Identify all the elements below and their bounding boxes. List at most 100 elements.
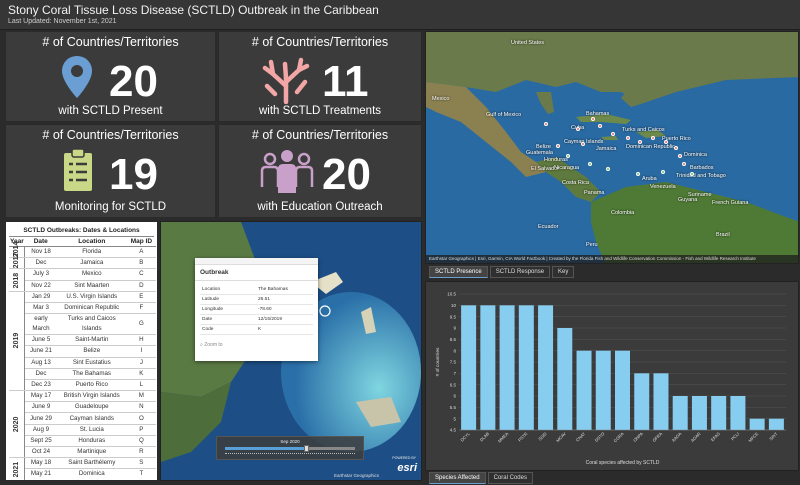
table-row: Oct 24 Martinique R — [9, 446, 156, 459]
slider-track[interactable] — [225, 445, 355, 452]
outbreak-marker[interactable] — [674, 146, 678, 150]
tile-footer: with SCTLD Present — [58, 105, 163, 117]
outbreak-marker[interactable] — [638, 140, 642, 144]
slider-date: Sep 2020 — [280, 439, 300, 444]
tile-value: 20 — [109, 57, 158, 106]
bar — [557, 328, 573, 430]
outbreak-table-panel: SCTLD Outbreaks: Dates & Locations Year … — [5, 221, 158, 481]
outbreak-marker[interactable] — [544, 122, 548, 126]
zoom-to-label: Zoom to — [204, 342, 223, 348]
table-row: early March Turks and Caicos Islands G — [9, 313, 156, 336]
outbreak-marker[interactable] — [626, 136, 630, 140]
popup-row: Longitude -78.60 — [200, 304, 313, 315]
map-label: Ecuador — [538, 224, 559, 230]
x-tick-label: DLAB — [479, 431, 490, 442]
map-label: Colombia — [611, 210, 635, 216]
popup-row: Location The Bahamas — [200, 285, 313, 295]
monitoring-marker[interactable] — [566, 154, 570, 158]
map-label: Turks and Caicos — [622, 127, 665, 133]
x-tick-label: MMEA — [497, 431, 510, 444]
location-cell: Sint Eustatius — [56, 357, 127, 369]
bar — [518, 305, 534, 430]
monitoring-marker[interactable] — [690, 172, 694, 176]
monitoring-marker[interactable] — [606, 167, 610, 171]
outbreak-marker[interactable] — [664, 140, 668, 144]
tab-coral-codes[interactable]: Coral Codes — [487, 472, 533, 484]
outbreak-marker[interactable] — [598, 124, 602, 128]
outbreak-marker[interactable] — [581, 142, 585, 146]
map-id-cell: A — [126, 246, 156, 259]
table-row: June 21 Belize I — [9, 345, 156, 358]
outbreak-marker[interactable] — [576, 127, 580, 131]
regional-map[interactable]: United States Mexico Gulf of Mexico Cuba… — [425, 31, 799, 264]
location-cell: U.S. Virgin Islands — [56, 291, 127, 303]
date-cell: Dec 23 — [24, 379, 57, 392]
field-value: -78.60 — [256, 304, 313, 315]
map-id-cell: K — [126, 368, 156, 380]
dashboard-title: Stony Coral Tissue Loss Disease (SCTLD) … — [8, 3, 379, 17]
outbreak-marker[interactable] — [611, 132, 615, 136]
map-id-cell: N — [126, 401, 156, 414]
date-cell: Sept 25 — [24, 435, 57, 448]
slider-handle[interactable] — [303, 445, 309, 452]
monitoring-marker[interactable] — [636, 172, 640, 176]
date-cell: June 29 — [24, 412, 57, 425]
monitoring-marker[interactable] — [661, 170, 665, 174]
outbreak-marker[interactable] — [556, 144, 560, 148]
x-tick-label: EFAS — [710, 431, 721, 442]
bar — [768, 418, 784, 430]
outbreak-marker[interactable] — [682, 162, 686, 166]
table-title: SCTLD Outbreaks: Dates & Locations — [9, 225, 154, 237]
tab-sctld-response[interactable]: SCTLD Response — [489, 266, 551, 278]
x-tick-label: PCLI — [730, 431, 740, 441]
table-row: 2018 July 3 Mexico C — [9, 268, 156, 292]
time-slider[interactable]: Sep 2020 — [216, 436, 364, 460]
map-id-cell: R — [126, 446, 156, 459]
field-value: 26.51 — [256, 294, 313, 305]
zoom-to-link[interactable]: ⌕ Zoom to — [195, 339, 318, 351]
tile-heading: # of Countries/Territories — [251, 128, 389, 142]
date-cell: Dec — [24, 257, 57, 270]
map-pin-icon — [62, 56, 92, 98]
location-cell: Mexico — [56, 268, 127, 281]
coral-icon — [262, 57, 310, 104]
y-tick-label: 9.5 — [450, 314, 457, 319]
y-axis-label: # of countries — [435, 347, 441, 376]
outbreak-marker[interactable] — [651, 136, 655, 140]
outbreak-marker[interactable] — [678, 154, 682, 158]
tile-sctld-present: # of Countries/Territories 20 with SCTLD… — [5, 31, 216, 122]
y-tick-label: 5.5 — [450, 405, 457, 410]
map-label: Panama — [584, 190, 605, 196]
chart-tabs: Species Affected Coral Codes — [429, 472, 533, 484]
y-tick-label: 6.5 — [450, 382, 457, 387]
table-row: June 29 Cayman Islands O — [9, 412, 156, 425]
satellite-map[interactable]: Outbreak Location The Bahamas Latitude 26.… — [160, 221, 422, 481]
table-row: Dec 23 Puerto Rico L — [9, 379, 156, 392]
outbreak-marker[interactable] — [591, 117, 595, 121]
field-value: 12/15/2019 — [256, 314, 313, 325]
table-row: Nov 22 Sint Maarten D — [9, 280, 156, 292]
map-id-cell: G — [126, 313, 156, 336]
map-id-cell: P — [126, 424, 156, 436]
tile-value: 11 — [322, 57, 369, 106]
map-id-cell: J — [126, 357, 156, 369]
bar — [672, 396, 688, 430]
tab-species-affected[interactable]: Species Affected — [429, 472, 486, 484]
date-cell: May 17 — [24, 390, 57, 403]
x-tick-label: OFRA — [651, 431, 663, 443]
tab-sctld-presence[interactable]: SCTLD Presence — [429, 266, 488, 278]
date-cell: June 9 — [24, 401, 57, 414]
map-label: Bahamas — [586, 111, 610, 117]
year-cell: 2021 — [9, 457, 25, 480]
field-label: Location — [200, 285, 256, 295]
monitoring-marker[interactable] — [588, 162, 592, 166]
map-id-cell: L — [126, 379, 156, 392]
field-label: Longitude — [200, 304, 256, 315]
tab-key[interactable]: Key — [552, 266, 575, 278]
bar — [730, 396, 746, 430]
field-label: Code — [200, 324, 256, 335]
map-label: Jamaica — [596, 146, 617, 152]
x-tick-label: ONPA — [632, 431, 644, 443]
location-cell: Florida — [56, 246, 127, 259]
map-id-cell: D — [126, 280, 156, 292]
